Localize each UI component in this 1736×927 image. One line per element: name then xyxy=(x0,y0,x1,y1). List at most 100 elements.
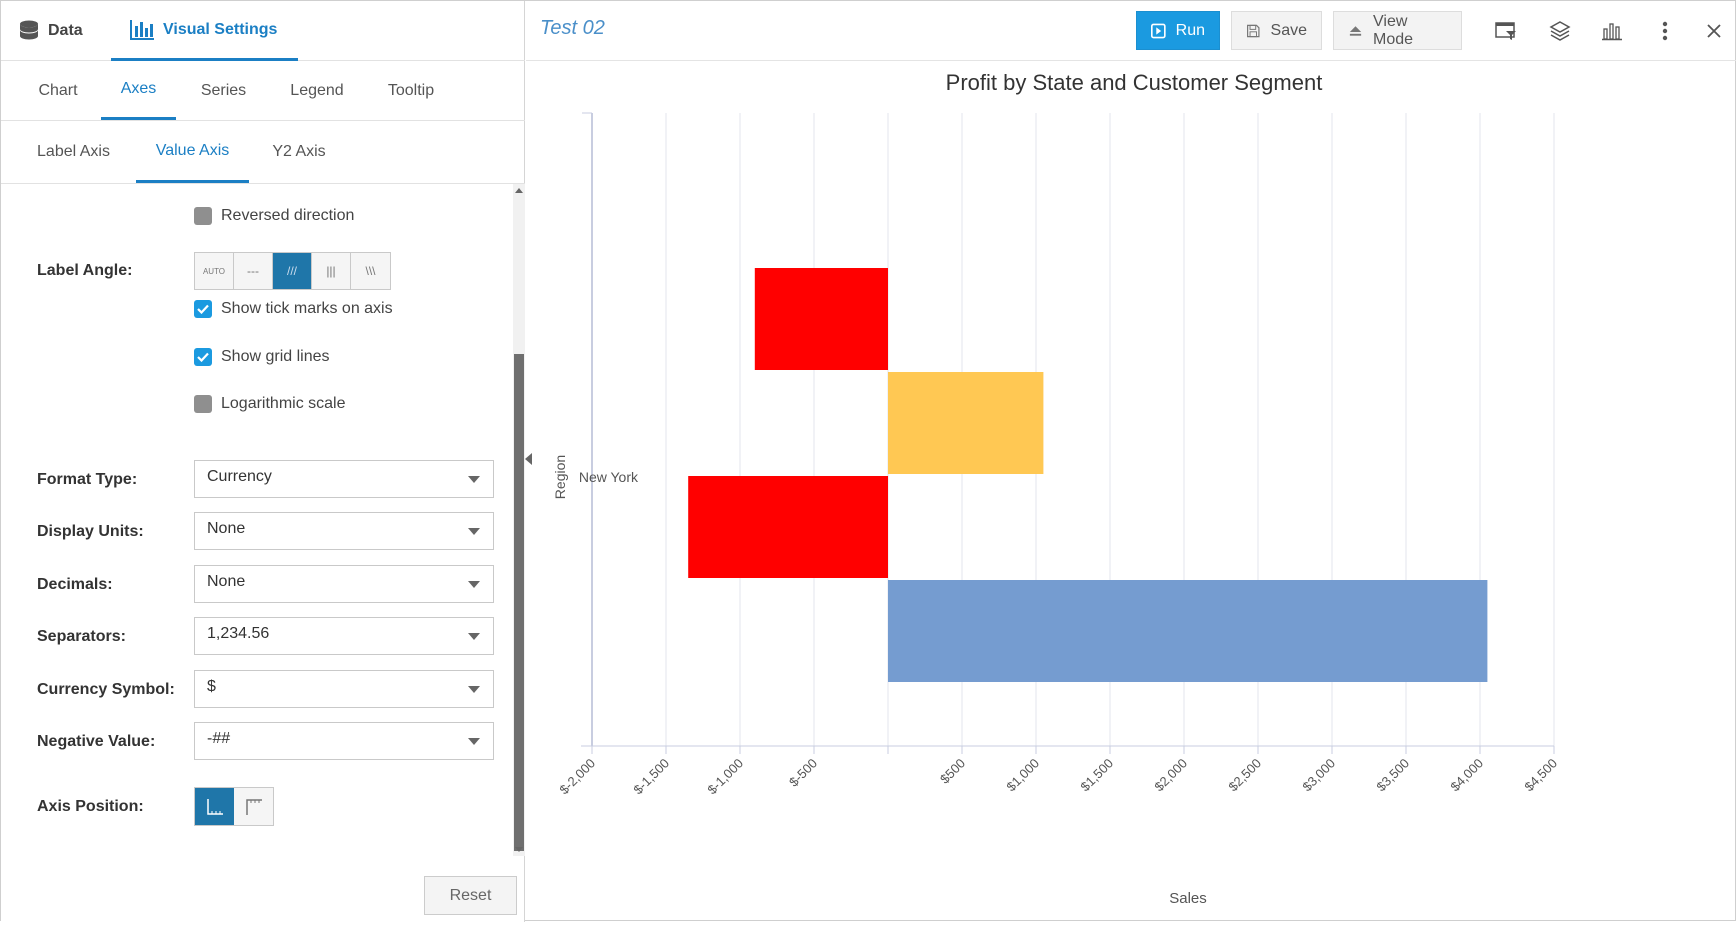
decimals-select[interactable]: None xyxy=(194,565,494,603)
save-button[interactable]: Save xyxy=(1231,11,1322,50)
chevron-down-icon xyxy=(468,633,480,640)
app-window: Data Visual Settings Chart Axes Series L… xyxy=(0,0,1736,922)
reversed-direction-checkbox[interactable]: Reversed direction xyxy=(194,207,354,225)
show-grid-lines-checkbox[interactable]: Show grid lines xyxy=(194,348,330,366)
more-vertical-icon[interactable] xyxy=(1653,19,1677,43)
format-type-value: Currency xyxy=(207,468,272,485)
x-tick-label: $2,500 xyxy=(1225,756,1264,795)
angle-horizontal-button[interactable]: --- xyxy=(234,253,273,289)
label-angle-selector: AUTO --- /// ||| \\\ xyxy=(194,252,391,290)
checkmark-icon xyxy=(194,348,212,366)
negative-value-value: -## xyxy=(207,730,231,747)
show-grid-lines-label: Show grid lines xyxy=(221,348,330,365)
checkbox-unchecked-icon xyxy=(194,395,212,413)
close-icon[interactable] xyxy=(1702,19,1726,43)
tab-data[interactable]: Data xyxy=(18,1,83,61)
settings-panel: Data Visual Settings Chart Axes Series L… xyxy=(1,1,525,922)
x-tick-label: $1,000 xyxy=(1003,756,1042,795)
settings-subtabs: Chart Axes Series Legend Tooltip xyxy=(1,61,525,121)
tab-y2-axis[interactable]: Y2 Axis xyxy=(259,121,339,183)
axis-bottom-icon xyxy=(206,798,223,815)
tab-data-label: Data xyxy=(48,22,83,39)
angle-vertical-button[interactable]: ||| xyxy=(312,253,351,289)
chevron-down-icon xyxy=(468,686,480,693)
x-tick-label: $500 xyxy=(937,756,968,787)
tab-tooltip[interactable]: Tooltip xyxy=(371,61,451,120)
chevron-down-icon xyxy=(468,476,480,483)
chart-title: Profit by State and Customer Segment xyxy=(946,70,1323,95)
tab-value-axis[interactable]: Value Axis xyxy=(136,121,249,183)
separators-value: 1,234.56 xyxy=(207,625,270,642)
tab-chart[interactable]: Chart xyxy=(18,61,98,120)
currency-symbol-label: Currency Symbol: xyxy=(37,681,175,698)
format-type-label: Format Type: xyxy=(37,471,138,488)
tab-axes[interactable]: Axes xyxy=(101,61,176,120)
axis-subtabs: Label Axis Value Axis Y2 Axis xyxy=(1,121,525,184)
bar[interactable] xyxy=(888,372,1044,474)
bar[interactable] xyxy=(688,476,888,578)
scrollbar-thumb[interactable] xyxy=(514,354,524,851)
tab-series[interactable]: Series xyxy=(186,61,261,120)
angle-reverse-diagonal-button[interactable]: \\\ xyxy=(351,253,390,289)
bars xyxy=(688,268,1488,682)
chevron-down-icon xyxy=(468,528,480,535)
view-mode-label: View Mode xyxy=(1373,12,1414,48)
settings-scrollbar[interactable] xyxy=(513,184,525,856)
currency-symbol-select[interactable]: $ xyxy=(194,670,494,708)
bar[interactable] xyxy=(754,268,888,370)
logarithmic-scale-checkbox[interactable]: Logarithmic scale xyxy=(194,395,346,413)
x-tick-label: $3,500 xyxy=(1373,756,1412,795)
show-tick-marks-checkbox[interactable]: Show tick marks on axis xyxy=(194,300,393,318)
axis-position-label: Axis Position: xyxy=(37,798,144,815)
currency-symbol-value: $ xyxy=(207,678,216,695)
separators-select[interactable]: 1,234.56 xyxy=(194,617,494,655)
filter-panel-icon[interactable] xyxy=(1494,19,1518,43)
x-tick-label: $3,000 xyxy=(1299,756,1338,795)
tab-visual-settings[interactable]: Visual Settings xyxy=(111,1,298,61)
axis-top-button[interactable] xyxy=(234,788,273,825)
category-label: New York xyxy=(579,469,639,485)
eject-icon xyxy=(1349,25,1362,36)
x-tick-label: $4,000 xyxy=(1447,756,1486,795)
bar[interactable] xyxy=(888,580,1488,682)
run-button[interactable]: Run xyxy=(1136,11,1220,50)
view-mode-button[interactable]: View Mode xyxy=(1333,11,1462,50)
checkbox-unchecked-icon xyxy=(194,207,212,225)
play-icon xyxy=(1151,23,1166,38)
angle-auto-button[interactable]: AUTO xyxy=(195,253,234,289)
tab-legend[interactable]: Legend xyxy=(277,61,357,120)
axis-bottom-button[interactable] xyxy=(195,788,234,825)
chevron-down-icon xyxy=(468,738,480,745)
bar-chart: Profit by State and Customer Segment $-2… xyxy=(552,70,1560,907)
chevron-down-icon xyxy=(468,581,480,588)
save-label: Save xyxy=(1270,21,1307,39)
x-tick-label: $2,000 xyxy=(1151,756,1190,795)
scroll-up-icon[interactable] xyxy=(515,188,523,193)
decimals-value: None xyxy=(207,573,246,590)
scroll-down-icon[interactable] xyxy=(515,847,523,852)
chart-icon[interactable] xyxy=(1600,19,1624,43)
x-axis-title: Sales xyxy=(1169,890,1207,907)
reset-button[interactable]: Reset xyxy=(424,876,517,915)
axis-top-icon xyxy=(245,798,262,815)
reversed-direction-label: Reversed direction xyxy=(221,207,355,224)
x-tick-label: $-1,500 xyxy=(630,756,672,798)
negative-value-select[interactable]: -## xyxy=(194,722,494,760)
x-tick-label: $-500 xyxy=(786,756,820,790)
angle-diagonal-button[interactable]: /// xyxy=(273,253,312,289)
axes: $-2,000 $-1,500 $-1,000 $-500 $500 $1,000 $1,5… xyxy=(556,112,1560,798)
decimals-label: Decimals: xyxy=(37,576,113,593)
label-angle-label: Label Angle: xyxy=(37,262,133,279)
tab-label-axis[interactable]: Label Axis xyxy=(21,121,126,183)
layers-icon[interactable] xyxy=(1548,19,1572,43)
bar-chart-icon xyxy=(130,19,154,40)
show-tick-marks-label: Show tick marks on axis xyxy=(221,300,393,317)
x-tick-label: $-1,000 xyxy=(704,756,746,798)
report-title[interactable]: Test 02 xyxy=(540,17,605,40)
axis-position-selector xyxy=(194,787,274,826)
format-type-select[interactable]: Currency xyxy=(194,460,494,498)
display-units-select[interactable]: None xyxy=(194,512,494,550)
logarithmic-scale-label: Logarithmic scale xyxy=(221,395,346,412)
negative-value-label: Negative Value: xyxy=(37,733,156,750)
top-nav: Data Visual Settings xyxy=(1,1,525,61)
